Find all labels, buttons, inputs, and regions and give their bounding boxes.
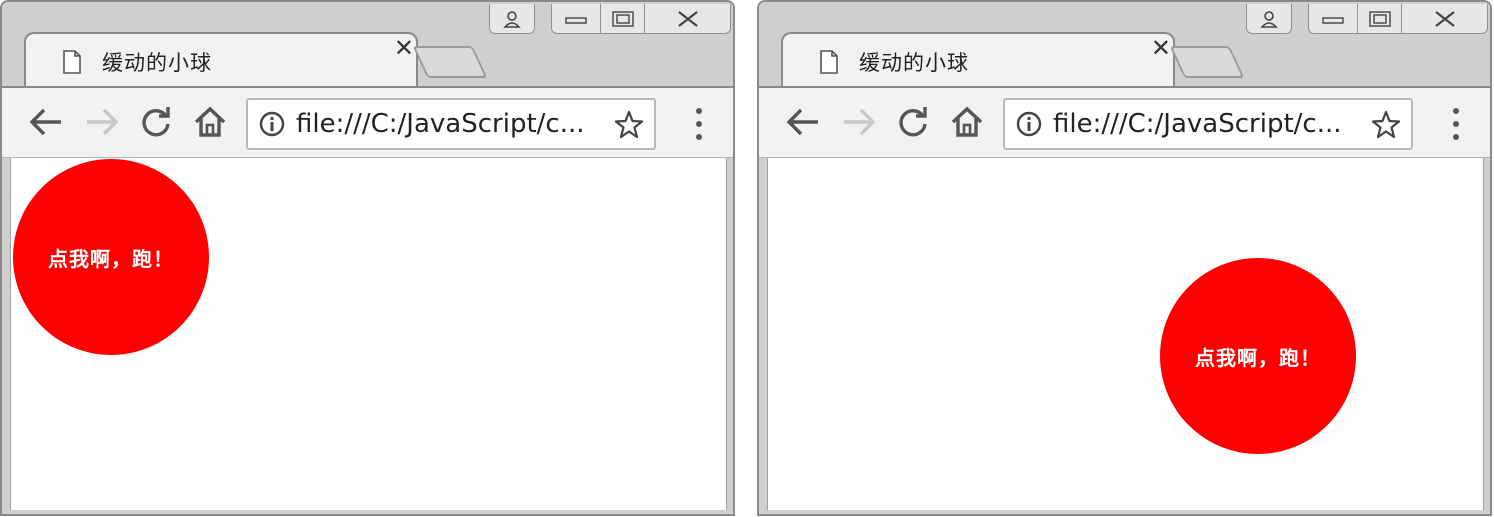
forward-button[interactable]	[82, 102, 122, 142]
minimize-button[interactable]	[1308, 4, 1358, 34]
home-icon	[951, 106, 983, 137]
reload-button[interactable]	[136, 102, 176, 142]
tab-title: 缓动的小球	[859, 51, 969, 75]
new-tab-button[interactable]	[412, 46, 488, 78]
tab-close-icon[interactable]: ✕	[1151, 34, 1171, 62]
profile-button[interactable]	[489, 4, 535, 34]
tab-close-icon[interactable]: ✕	[394, 34, 414, 62]
reload-icon	[899, 107, 927, 137]
back-button[interactable]	[783, 102, 823, 142]
page-icon	[820, 50, 838, 74]
title-bar: 缓动的小球 ✕	[759, 2, 1490, 88]
navigation-toolbar: file:///C:/JavaScript/c...	[2, 86, 733, 158]
back-button[interactable]	[26, 102, 66, 142]
browser-window-after: 缓动的小球 ✕ file:///C:/JavaScript/c... 点我啊，跑…	[757, 0, 1492, 516]
kebab-menu-icon[interactable]	[689, 104, 709, 144]
url-text[interactable]: file:///C:/JavaScript/c...	[1053, 109, 1353, 139]
tab-title: 缓动的小球	[102, 51, 212, 75]
close-window-button[interactable]	[1401, 4, 1488, 34]
reload-button[interactable]	[893, 102, 933, 142]
info-icon[interactable]	[258, 110, 286, 138]
info-icon[interactable]	[1015, 110, 1043, 138]
maximize-icon	[1368, 10, 1391, 27]
active-tab[interactable]: 缓动的小球 ✕	[24, 32, 418, 88]
url-text[interactable]: file:///C:/JavaScript/c...	[296, 109, 596, 139]
close-icon	[1434, 10, 1455, 27]
profile-button[interactable]	[1246, 4, 1292, 34]
back-arrow-icon	[786, 108, 818, 136]
address-bar[interactable]: file:///C:/JavaScript/c...	[1003, 98, 1413, 150]
back-arrow-icon	[29, 108, 61, 136]
title-bar: 缓动的小球 ✕	[2, 2, 733, 88]
minimize-button[interactable]	[551, 4, 601, 34]
home-icon	[194, 106, 226, 137]
page-icon	[63, 50, 81, 74]
reload-icon	[142, 107, 170, 137]
person-icon	[1260, 10, 1278, 28]
close-window-button[interactable]	[644, 4, 731, 34]
active-tab[interactable]: 缓动的小球 ✕	[781, 32, 1175, 88]
maximize-icon	[611, 10, 634, 27]
person-icon	[503, 10, 521, 28]
home-button[interactable]	[190, 102, 230, 142]
forward-button[interactable]	[839, 102, 879, 142]
minimize-icon	[565, 16, 587, 24]
address-bar[interactable]: file:///C:/JavaScript/c...	[246, 98, 656, 150]
page-content: 点我啊，跑！	[10, 158, 727, 510]
page-content: 点我啊，跑！	[767, 158, 1484, 510]
forward-arrow-icon	[844, 108, 876, 136]
ball-button[interactable]: 点我啊，跑！	[13, 159, 209, 355]
minimize-icon	[1322, 16, 1344, 24]
home-button[interactable]	[947, 102, 987, 142]
maximize-button[interactable]	[600, 4, 645, 34]
forward-arrow-icon	[87, 108, 119, 136]
browser-window-before: 缓动的小球 ✕ file:///C:/JavaScript/c... 点我啊，跑…	[0, 0, 735, 516]
navigation-toolbar: file:///C:/JavaScript/c...	[759, 86, 1490, 158]
star-icon[interactable]	[614, 110, 644, 140]
star-icon[interactable]	[1371, 110, 1401, 140]
close-icon	[677, 10, 698, 27]
ball-button[interactable]: 点我啊，跑！	[1160, 258, 1356, 454]
new-tab-button[interactable]	[1169, 46, 1245, 78]
maximize-button[interactable]	[1357, 4, 1402, 34]
kebab-menu-icon[interactable]	[1446, 104, 1466, 144]
